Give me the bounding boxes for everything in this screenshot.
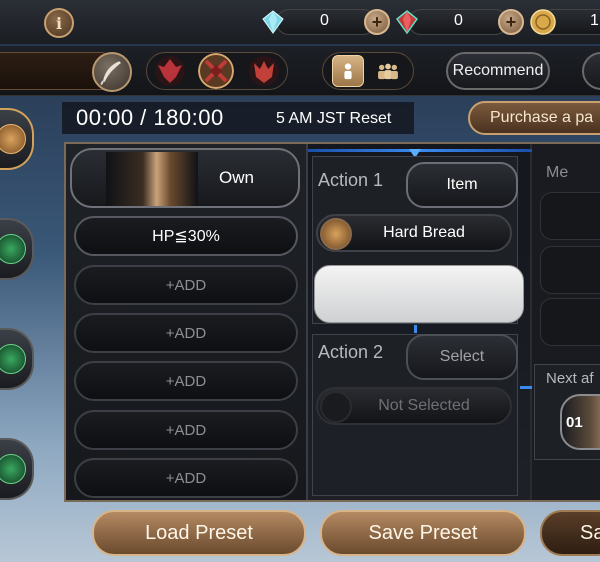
action-1-type-button[interactable]: Item — [406, 162, 518, 208]
action-2-selection[interactable]: Not Selected — [316, 387, 512, 425]
reset-time-label: 5 AM JST Reset — [276, 110, 392, 127]
green-rune-icon — [0, 454, 26, 484]
blue-crystal-count: 0 — [320, 12, 329, 29]
gold-coin-count: 1 — [590, 12, 599, 29]
green-rune-icon — [0, 234, 26, 264]
solo-mode-button[interactable] — [332, 55, 364, 87]
action-1-detail-box[interactable] — [314, 265, 524, 323]
red-crystal-icon — [396, 10, 418, 34]
hard-bread-icon — [320, 218, 352, 250]
demon-crest-icon[interactable] — [248, 55, 280, 87]
rename-quill-button[interactable] — [92, 52, 132, 92]
action-2-selection-label: Not Selected — [378, 397, 470, 414]
column-divider — [306, 144, 308, 500]
action-1-selection-label: Hard Bread — [383, 224, 465, 241]
condition-hp[interactable]: HP≦30% — [74, 216, 298, 256]
own-character-card[interactable]: Own — [70, 148, 300, 208]
info-button[interactable]: i — [44, 8, 74, 38]
add-condition-button[interactable]: +ADD — [74, 361, 298, 401]
next-action-label: Next af — [546, 370, 594, 387]
sidebar-tab-skill-2[interactable] — [0, 328, 34, 390]
add-condition-button[interactable]: +ADD — [74, 410, 298, 450]
crossed-swords-icon[interactable] — [198, 53, 234, 89]
person-icon — [344, 63, 352, 80]
add-blue-crystal-button[interactable]: + — [364, 9, 390, 35]
gold-coin-icon — [530, 9, 556, 35]
action-2-select-button[interactable]: Select — [406, 334, 518, 380]
next-character-number: 01 — [566, 414, 583, 431]
red-crest-icon[interactable] — [154, 55, 186, 87]
action-1-selection[interactable]: Hard Bread — [316, 214, 512, 252]
purchase-button[interactable]: Purchase a pa — [468, 101, 600, 135]
group-icon — [378, 63, 398, 80]
save-preset-button[interactable]: Save Preset — [320, 510, 526, 556]
bread-icon — [0, 124, 26, 154]
red-crystal-count: 0 — [454, 12, 463, 29]
sidebar-tab-skill-3[interactable] — [0, 438, 34, 500]
add-condition-button[interactable]: +ADD — [74, 265, 298, 305]
connector-tick — [520, 386, 532, 389]
blue-crystal-icon — [262, 10, 284, 34]
target-slot[interactable] — [540, 246, 600, 294]
recommend-button[interactable]: Recommend — [446, 52, 550, 90]
character-portrait — [106, 152, 198, 206]
third-footer-button[interactable]: Sa — [540, 510, 600, 556]
action-2-title: Action 2 — [318, 342, 384, 362]
own-label: Own — [219, 168, 254, 187]
add-condition-button[interactable]: +ADD — [74, 458, 298, 498]
group-mode-button[interactable] — [372, 55, 404, 87]
timer-elapsed: 00:00 / 180:00 — [76, 105, 224, 130]
add-red-crystal-button[interactable]: + — [498, 9, 524, 35]
target-slot[interactable] — [540, 192, 600, 240]
me-label: Me — [546, 164, 569, 181]
connector-tick — [414, 325, 417, 333]
add-condition-button[interactable]: +ADD — [74, 313, 298, 353]
load-preset-button[interactable]: Load Preset — [92, 510, 306, 556]
quill-icon — [100, 61, 121, 86]
sidebar-tab-skill-1[interactable] — [0, 218, 34, 280]
action-1-title: Action 1 — [318, 170, 384, 190]
empty-slot-icon — [320, 391, 352, 423]
green-rune-icon — [0, 344, 26, 374]
target-slot[interactable] — [540, 298, 600, 346]
sidebar-tab-item[interactable] — [0, 108, 34, 170]
